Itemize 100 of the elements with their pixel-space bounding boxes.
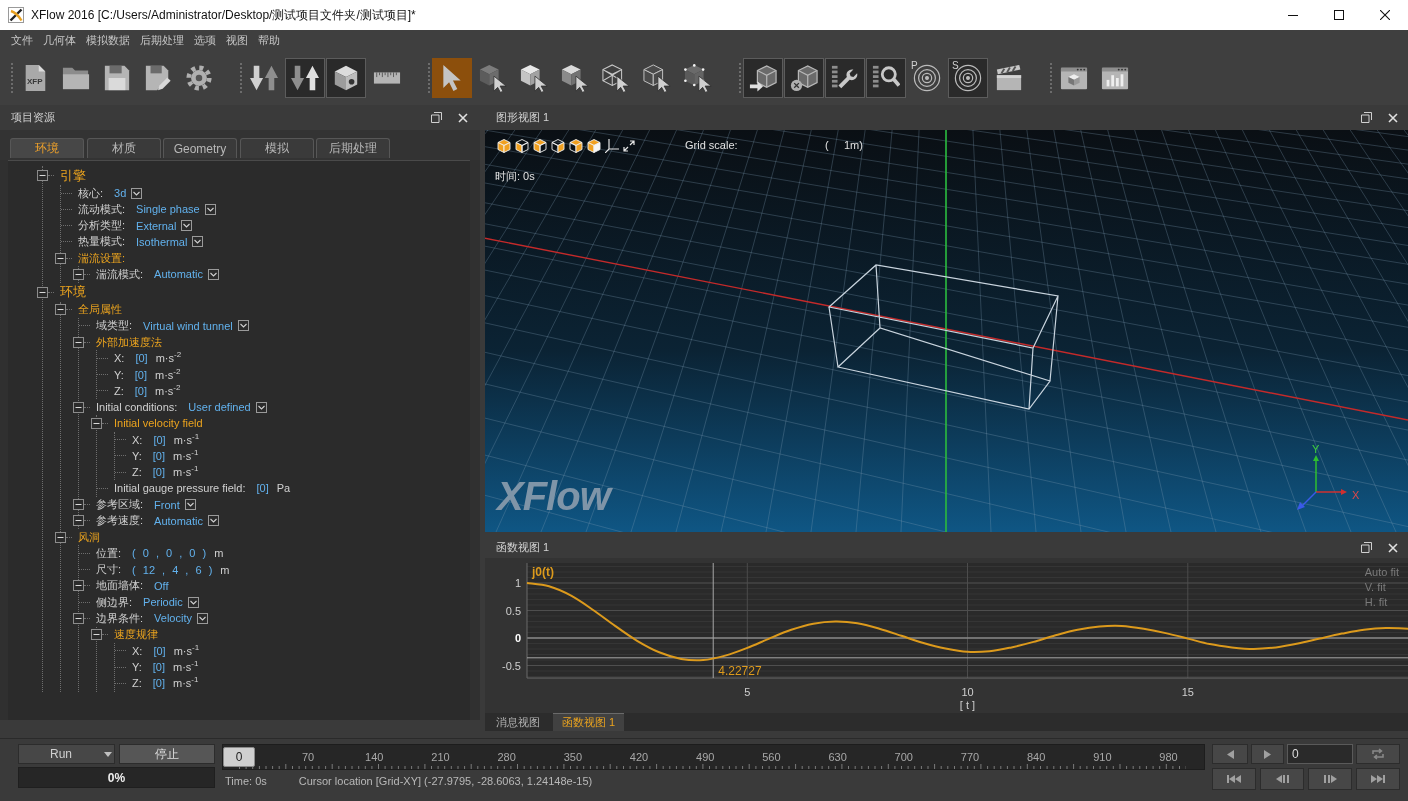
toolbar-button[interactable]: S [948, 57, 988, 98]
restore-icon[interactable] [431, 112, 442, 123]
playback-button[interactable] [1356, 768, 1400, 790]
toolbar-button[interactable] [784, 57, 824, 98]
minus-box-icon[interactable] [91, 417, 102, 429]
value-field[interactable]: [0] [152, 677, 165, 690]
toolbar-button[interactable] [743, 57, 783, 98]
playback-button[interactable] [1212, 744, 1248, 764]
menu-item[interactable]: 帮助 [253, 30, 285, 50]
dropdown[interactable]: Periodic [143, 596, 199, 609]
minus-box-icon[interactable] [37, 286, 48, 298]
close-icon[interactable] [1380, 10, 1390, 20]
view-cube-icon[interactable] [551, 139, 565, 153]
menu-item[interactable]: 文件 [6, 30, 38, 50]
value-field[interactable]: [0] [152, 466, 165, 479]
toolbar-button[interactable] [432, 57, 472, 98]
grid-scale-value: ( 1m) [825, 139, 863, 151]
minus-box-icon[interactable] [55, 252, 66, 264]
toolbar-button[interactable] [285, 57, 325, 98]
maximize-icon[interactable] [1334, 10, 1344, 20]
dropdown[interactable]: Automatic [154, 268, 219, 281]
loop-button[interactable] [1356, 744, 1400, 764]
panel-tab[interactable]: Geometry [163, 138, 237, 158]
menu-item[interactable]: 模拟数据 [81, 30, 135, 50]
axis-tick-label: 1 [514, 577, 521, 589]
view-cube-icon[interactable] [497, 139, 511, 153]
view-tab[interactable]: 函数视图 1 [553, 713, 625, 731]
property-label: Y: [132, 661, 142, 674]
value-field[interactable]: [0] [134, 368, 148, 381]
minus-box-icon[interactable] [73, 499, 84, 511]
run-button[interactable]: Run [18, 744, 115, 764]
minus-box-icon[interactable] [73, 612, 84, 624]
panel-tab[interactable]: 环境 [10, 138, 84, 158]
dropdown[interactable]: 3d [114, 187, 143, 200]
chevron-down-icon [187, 596, 199, 608]
toolbar-button[interactable] [825, 57, 865, 98]
expand-icon[interactable] [623, 140, 635, 152]
playback-button[interactable] [1251, 744, 1284, 764]
toolbar-button[interactable]: P [907, 57, 947, 98]
minus-box-icon[interactable] [73, 336, 84, 348]
minus-box-icon[interactable] [55, 531, 66, 543]
toolbar-button[interactable] [326, 57, 366, 98]
fit-button[interactable]: H. fit [1364, 595, 1388, 610]
tick-label: 280 [497, 751, 516, 763]
value-field[interactable]: [0] [152, 449, 166, 462]
view-cube-icon[interactable] [569, 139, 583, 153]
restore-icon[interactable] [1361, 112, 1372, 123]
panel-tab[interactable]: 模拟 [239, 138, 314, 158]
value-field[interactable]: ( 12 , 4 , 6 ) [132, 563, 213, 576]
fit-button[interactable]: V. fit [1364, 580, 1386, 595]
menu-item[interactable]: 视图 [221, 30, 253, 50]
minus-box-icon[interactable] [73, 268, 84, 280]
dropdown[interactable]: Virtual wind tunnel [143, 319, 249, 332]
minimize-icon[interactable] [1288, 14, 1298, 16]
step-back-icon [1275, 775, 1289, 783]
value-field[interactable]: [0] [153, 433, 166, 446]
view-cube-icon[interactable] [515, 139, 529, 153]
view-cube-icon[interactable] [533, 139, 547, 153]
playback-button[interactable] [1308, 768, 1352, 790]
dropdown[interactable]: Isothermal [136, 235, 204, 248]
toolbar-button[interactable] [866, 57, 906, 98]
panel-tab[interactable]: 材质 [86, 138, 161, 158]
stop-button[interactable]: 停止 [119, 744, 215, 764]
minus-box-icon[interactable] [91, 629, 102, 641]
cube-cursor-icon [561, 63, 589, 92]
chevron-down-icon [181, 220, 193, 232]
menu-item[interactable]: 几何体 [38, 30, 81, 50]
dropdown[interactable]: Automatic [154, 514, 219, 527]
playback-button[interactable] [1212, 768, 1256, 790]
minus-box-icon[interactable] [73, 401, 84, 413]
view-tab[interactable]: 消息视图 [487, 713, 549, 731]
panel-tab[interactable]: 后期处理 [316, 138, 390, 158]
dropdown[interactable]: Single phase [136, 203, 216, 216]
value-field[interactable]: [0] [152, 661, 166, 674]
gear-icon [185, 63, 213, 92]
frame-input[interactable]: 0 [1287, 744, 1353, 764]
value-field[interactable]: [0] [256, 482, 269, 495]
timeline-thumb[interactable]: 0 [223, 747, 255, 767]
dropdown[interactable]: External [136, 219, 193, 232]
fit-button[interactable]: Auto fit [1364, 565, 1399, 580]
playback-button[interactable] [1260, 768, 1304, 790]
minus-box-icon[interactable] [73, 580, 84, 592]
dropdown[interactable]: User defined [188, 401, 267, 414]
minus-box-icon[interactable] [73, 515, 84, 527]
dropdown[interactable]: Velocity [154, 612, 208, 625]
value-field[interactable]: [0] [153, 644, 166, 657]
value-text[interactable]: Off [154, 579, 169, 592]
toolbar-button[interactable]: XFP [15, 57, 55, 98]
minus-box-icon[interactable] [55, 304, 66, 316]
value-field[interactable]: ( 0 , 0 , 0 ) [132, 547, 207, 560]
value-field[interactable]: [0] [134, 384, 147, 397]
property-label: Z: [114, 384, 124, 397]
axes-icon[interactable] [605, 139, 619, 153]
value-field[interactable]: [0] [135, 352, 148, 365]
view-cube-icon[interactable] [587, 139, 601, 153]
restore-icon[interactable] [1361, 542, 1372, 553]
dropdown[interactable]: Front [154, 498, 196, 511]
minus-box-icon[interactable] [37, 170, 48, 181]
menu-item[interactable]: 后期处理 [135, 30, 189, 50]
menu-item[interactable]: 选项 [189, 30, 221, 50]
